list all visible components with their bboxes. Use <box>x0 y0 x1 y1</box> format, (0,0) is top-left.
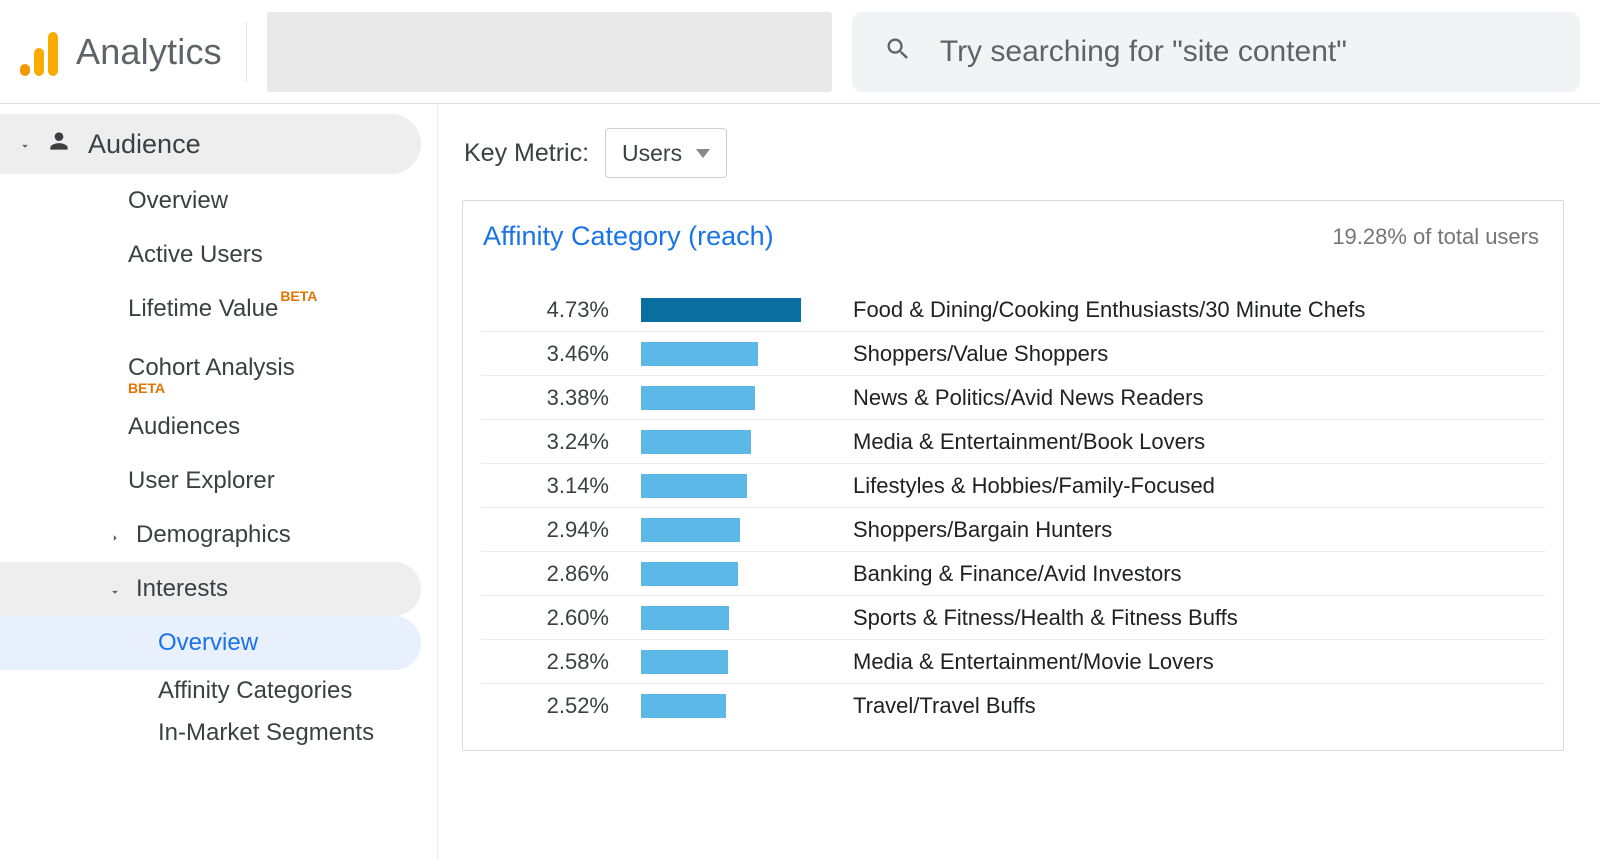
main-content: Key Metric: Users Affinity Category (rea… <box>438 104 1600 859</box>
chart-value: 3.14% <box>481 473 641 499</box>
sidebar-item-cohort-analysis[interactable]: Cohort Analysis BETA <box>0 336 421 400</box>
analytics-logo-icon <box>20 28 58 76</box>
chart-bar <box>641 562 738 586</box>
chart-row[interactable]: 2.60% Sports & Fitness/Health & Fitness B… <box>481 596 1545 640</box>
sidebar-item-overview[interactable]: Overview <box>0 174 421 228</box>
sidebar-item-user-explorer[interactable]: User Explorer <box>0 454 421 508</box>
chart-value: 2.58% <box>481 649 641 675</box>
search-placeholder: Try searching for "site content" <box>940 35 1347 69</box>
chart-value: 3.24% <box>481 429 641 455</box>
chart-row[interactable]: 3.14% Lifestyles & Hobbies/Family-Focused <box>481 464 1545 508</box>
chart-value: 3.46% <box>481 341 641 367</box>
chart-bar-cell <box>641 562 841 586</box>
sidebar-item-active-users[interactable]: Active Users <box>0 228 421 282</box>
sidebar-item-in-market-segments[interactable]: In-Market Segments <box>0 712 421 754</box>
chart-bar <box>641 650 728 674</box>
chart-bar <box>641 430 751 454</box>
beta-badge: BETA <box>128 380 165 396</box>
chart-category: Travel/Travel Buffs <box>841 693 1545 719</box>
caret-right-icon <box>108 524 122 552</box>
account-selector-placeholder[interactable] <box>267 12 832 92</box>
key-metric-label: Key Metric: <box>464 139 589 168</box>
affinity-chart: 4.73% Food & Dining/Cooking Enthusiasts/3… <box>481 288 1545 728</box>
chart-bar <box>641 474 747 498</box>
search-icon <box>884 35 912 68</box>
chart-bar <box>641 386 755 410</box>
sidebar-item-lifetime-value[interactable]: Lifetime ValueBETA <box>0 282 421 336</box>
sidebar-item-interests[interactable]: Interests <box>0 562 421 616</box>
metric-selected-value: Users <box>622 140 682 167</box>
chart-bar-cell <box>641 386 841 410</box>
chart-bar-cell <box>641 650 841 674</box>
chart-bar <box>641 694 726 718</box>
chart-row[interactable]: 2.52% Travel/Travel Buffs <box>481 684 1545 728</box>
chart-bar-cell <box>641 694 841 718</box>
chart-category: Food & Dining/Cooking Enthusiasts/30 Min… <box>841 297 1545 323</box>
person-icon <box>46 128 72 161</box>
chart-category: News & Politics/Avid News Readers <box>841 385 1545 411</box>
chart-bar-cell <box>641 606 841 630</box>
metric-select[interactable]: Users <box>605 128 727 178</box>
chart-value: 2.60% <box>481 605 641 631</box>
chart-category: Media & Entertainment/Book Lovers <box>841 429 1545 455</box>
chart-category: Sports & Fitness/Health & Fitness Buffs <box>841 605 1545 631</box>
caret-down-icon <box>18 129 30 160</box>
sidebar-section-audience[interactable]: Audience <box>0 114 421 174</box>
app-header: Analytics Try searching for "site conten… <box>0 0 1600 104</box>
chart-row[interactable]: 4.73% Food & Dining/Cooking Enthusiasts/3… <box>481 288 1545 332</box>
chart-category: Shoppers/Value Shoppers <box>841 341 1545 367</box>
chart-bar-cell <box>641 430 841 454</box>
chart-value: 2.94% <box>481 517 641 543</box>
panel-title[interactable]: Affinity Category (reach) <box>483 221 774 252</box>
sidebar-item-interests-overview[interactable]: Overview <box>0 616 421 670</box>
chart-bar <box>641 342 758 366</box>
chart-bar-cell <box>641 342 841 366</box>
chart-row[interactable]: 2.86% Banking & Finance/Avid Investors <box>481 552 1545 596</box>
caret-down-icon <box>108 578 122 606</box>
chart-row[interactable]: 2.94% Shoppers/Bargain Hunters <box>481 508 1545 552</box>
key-metric-row: Key Metric: Users <box>462 128 1564 178</box>
beta-badge: BETA <box>280 288 317 304</box>
sidebar-item-audiences[interactable]: Audiences <box>0 400 421 454</box>
chart-bar <box>641 606 729 630</box>
chart-category: Media & Entertainment/Movie Lovers <box>841 649 1545 675</box>
chart-bar <box>641 518 740 542</box>
chart-value: 3.38% <box>481 385 641 411</box>
search-box[interactable]: Try searching for "site content" <box>852 12 1580 92</box>
chart-row[interactable]: 2.58% Media & Entertainment/Movie Lovers <box>481 640 1545 684</box>
sidebar: Audience Overview Active Users Lifetime … <box>0 104 438 859</box>
chart-bar <box>641 298 801 322</box>
chart-category: Shoppers/Bargain Hunters <box>841 517 1545 543</box>
sidebar-item-demographics[interactable]: Demographics <box>0 508 421 562</box>
chart-bar-cell <box>641 518 841 542</box>
chart-row[interactable]: 3.24% Media & Entertainment/Book Lovers <box>481 420 1545 464</box>
chart-category: Banking & Finance/Avid Investors <box>841 561 1545 587</box>
panel-subtitle: 19.28% of total users <box>1332 224 1539 250</box>
logo-block: Analytics <box>20 22 247 82</box>
affinity-panel: Affinity Category (reach) 19.28% of tota… <box>462 200 1564 751</box>
chart-value: 4.73% <box>481 297 641 323</box>
chart-row[interactable]: 3.38% News & Politics/Avid News Readers <box>481 376 1545 420</box>
sidebar-item-affinity-categories[interactable]: Affinity Categories <box>0 670 421 712</box>
chevron-down-icon <box>696 149 710 158</box>
product-name: Analytics <box>76 31 222 73</box>
chart-value: 2.86% <box>481 561 641 587</box>
chart-value: 2.52% <box>481 693 641 719</box>
chart-bar-cell <box>641 474 841 498</box>
sidebar-section-label: Audience <box>88 129 201 160</box>
chart-row[interactable]: 3.46% Shoppers/Value Shoppers <box>481 332 1545 376</box>
chart-category: Lifestyles & Hobbies/Family-Focused <box>841 473 1545 499</box>
chart-bar-cell <box>641 298 841 322</box>
